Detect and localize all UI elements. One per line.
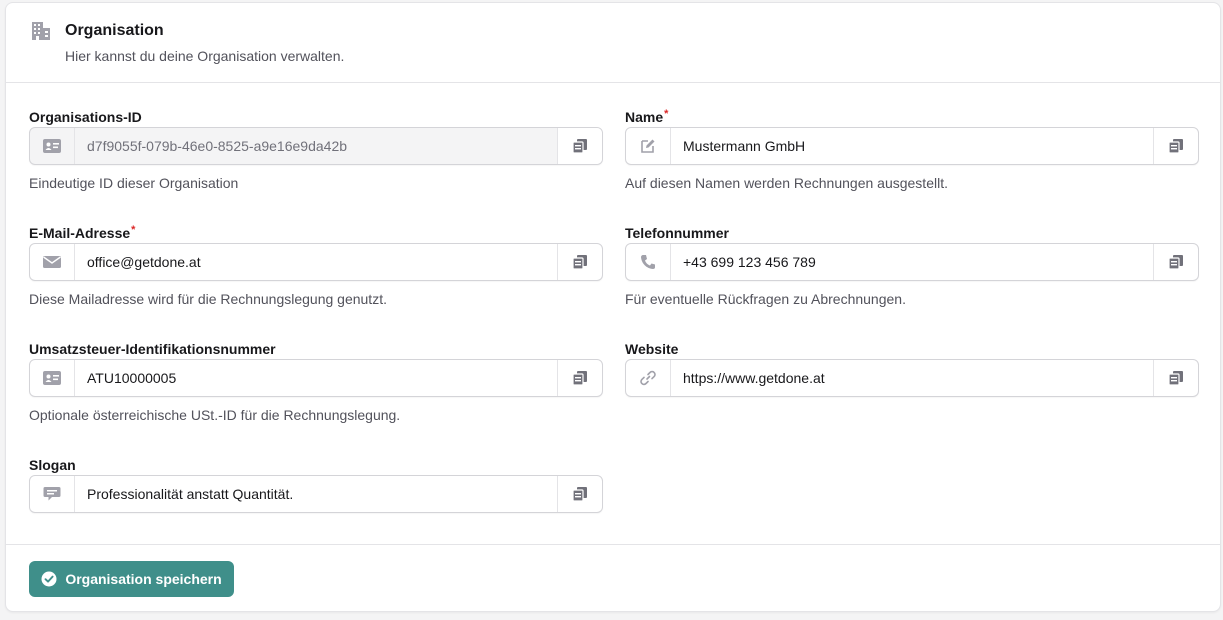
copy-organisation-id-button[interactable] (557, 128, 602, 164)
copy-website-button[interactable] (1153, 360, 1198, 396)
vat-id-value: ATU10000005 (87, 370, 177, 386)
field-hint: Auf diesen Namen werden Rechnungen ausge… (625, 175, 948, 191)
field-label: Website (625, 341, 679, 357)
phone-value: +43 699 123 456 789 (683, 254, 816, 270)
field-phone: Telefonnummer +43 699 123 456 789 Für ev… (625, 225, 1199, 315)
email-input[interactable]: office@getdone.at (29, 243, 603, 281)
copy-phone-button[interactable] (1153, 244, 1198, 280)
building-icon (31, 21, 51, 41)
field-organisation-id: Organisations-ID d7f9055f-079b-46e0-8525… (29, 109, 603, 199)
copy-icon (1168, 254, 1184, 270)
copy-icon (1168, 138, 1184, 154)
copy-icon (572, 254, 588, 270)
chat-bubble-icon (30, 476, 75, 512)
website-value: https://www.getdone.at (683, 370, 825, 386)
envelope-icon (30, 244, 75, 280)
copy-email-button[interactable] (557, 244, 602, 280)
required-marker: * (131, 224, 136, 236)
copy-icon (572, 486, 588, 502)
field-slogan: Slogan Professionalität anstatt Quantitä… (29, 457, 603, 517)
save-organisation-button[interactable]: Organisation speichern (29, 561, 234, 597)
copy-icon (572, 138, 588, 154)
organisation-id-value: d7f9055f-079b-46e0-8525-a9e16e9da42b (87, 138, 348, 154)
slogan-input[interactable]: Professionalität anstatt Quantität. (29, 475, 603, 513)
copy-icon (1168, 370, 1184, 386)
name-input[interactable]: Mustermann GmbH (625, 127, 1199, 165)
organisation-id-input[interactable]: d7f9055f-079b-46e0-8525-a9e16e9da42b (29, 127, 603, 165)
required-marker: * (664, 108, 669, 120)
page-subtitle: Hier kannst du deine Organisation verwal… (65, 48, 345, 64)
link-icon (626, 360, 671, 396)
organisation-card: Organisation Hier kannst du deine Organi… (5, 2, 1221, 612)
edit-icon (626, 128, 671, 164)
phone-icon (626, 244, 671, 280)
field-name: Name* Mustermann GmbH Auf diesen Namen w… (625, 108, 1199, 199)
field-label: E-Mail-Adresse* (29, 224, 136, 241)
field-vat-id: Umsatzsteuer-Identifikationsnummer ATU10… (29, 341, 603, 431)
page-title: Organisation (65, 22, 164, 39)
name-value: Mustermann GmbH (683, 138, 806, 154)
field-label: Umsatzsteuer-Identifikationsnummer (29, 341, 276, 357)
copy-icon (572, 370, 588, 386)
id-card-icon (30, 128, 75, 164)
card-header: Organisation Hier kannst du deine Organi… (6, 3, 1220, 83)
field-label: Telefonnummer (625, 225, 729, 241)
field-label: Name* (625, 108, 669, 125)
save-button-label: Organisation speichern (65, 571, 222, 587)
field-hint: Diese Mailadresse wird für die Rechnungs… (29, 291, 387, 307)
copy-slogan-button[interactable] (557, 476, 602, 512)
phone-input[interactable]: +43 699 123 456 789 (625, 243, 1199, 281)
copy-name-button[interactable] (1153, 128, 1198, 164)
field-label: Slogan (29, 457, 76, 473)
copy-vat-id-button[interactable] (557, 360, 602, 396)
field-hint: Eindeutige ID dieser Organisation (29, 175, 239, 191)
check-circle-icon (41, 571, 57, 587)
field-label: Organisations-ID (29, 109, 142, 125)
website-input[interactable]: https://www.getdone.at (625, 359, 1199, 397)
email-value: office@getdone.at (87, 254, 201, 270)
vat-id-input[interactable]: ATU10000005 (29, 359, 603, 397)
slogan-value: Professionalität anstatt Quantität. (87, 486, 294, 502)
field-hint: Für eventuelle Rückfragen zu Abrechnunge… (625, 291, 906, 307)
card-footer: Organisation speichern (6, 544, 1220, 612)
field-email: E-Mail-Adresse* office@getdone.at Diese … (29, 224, 603, 315)
id-card-icon (30, 360, 75, 396)
field-website: Website https://www.getdone.at (625, 341, 1199, 431)
field-hint: Optionale österreichische USt.-ID für di… (29, 407, 401, 423)
